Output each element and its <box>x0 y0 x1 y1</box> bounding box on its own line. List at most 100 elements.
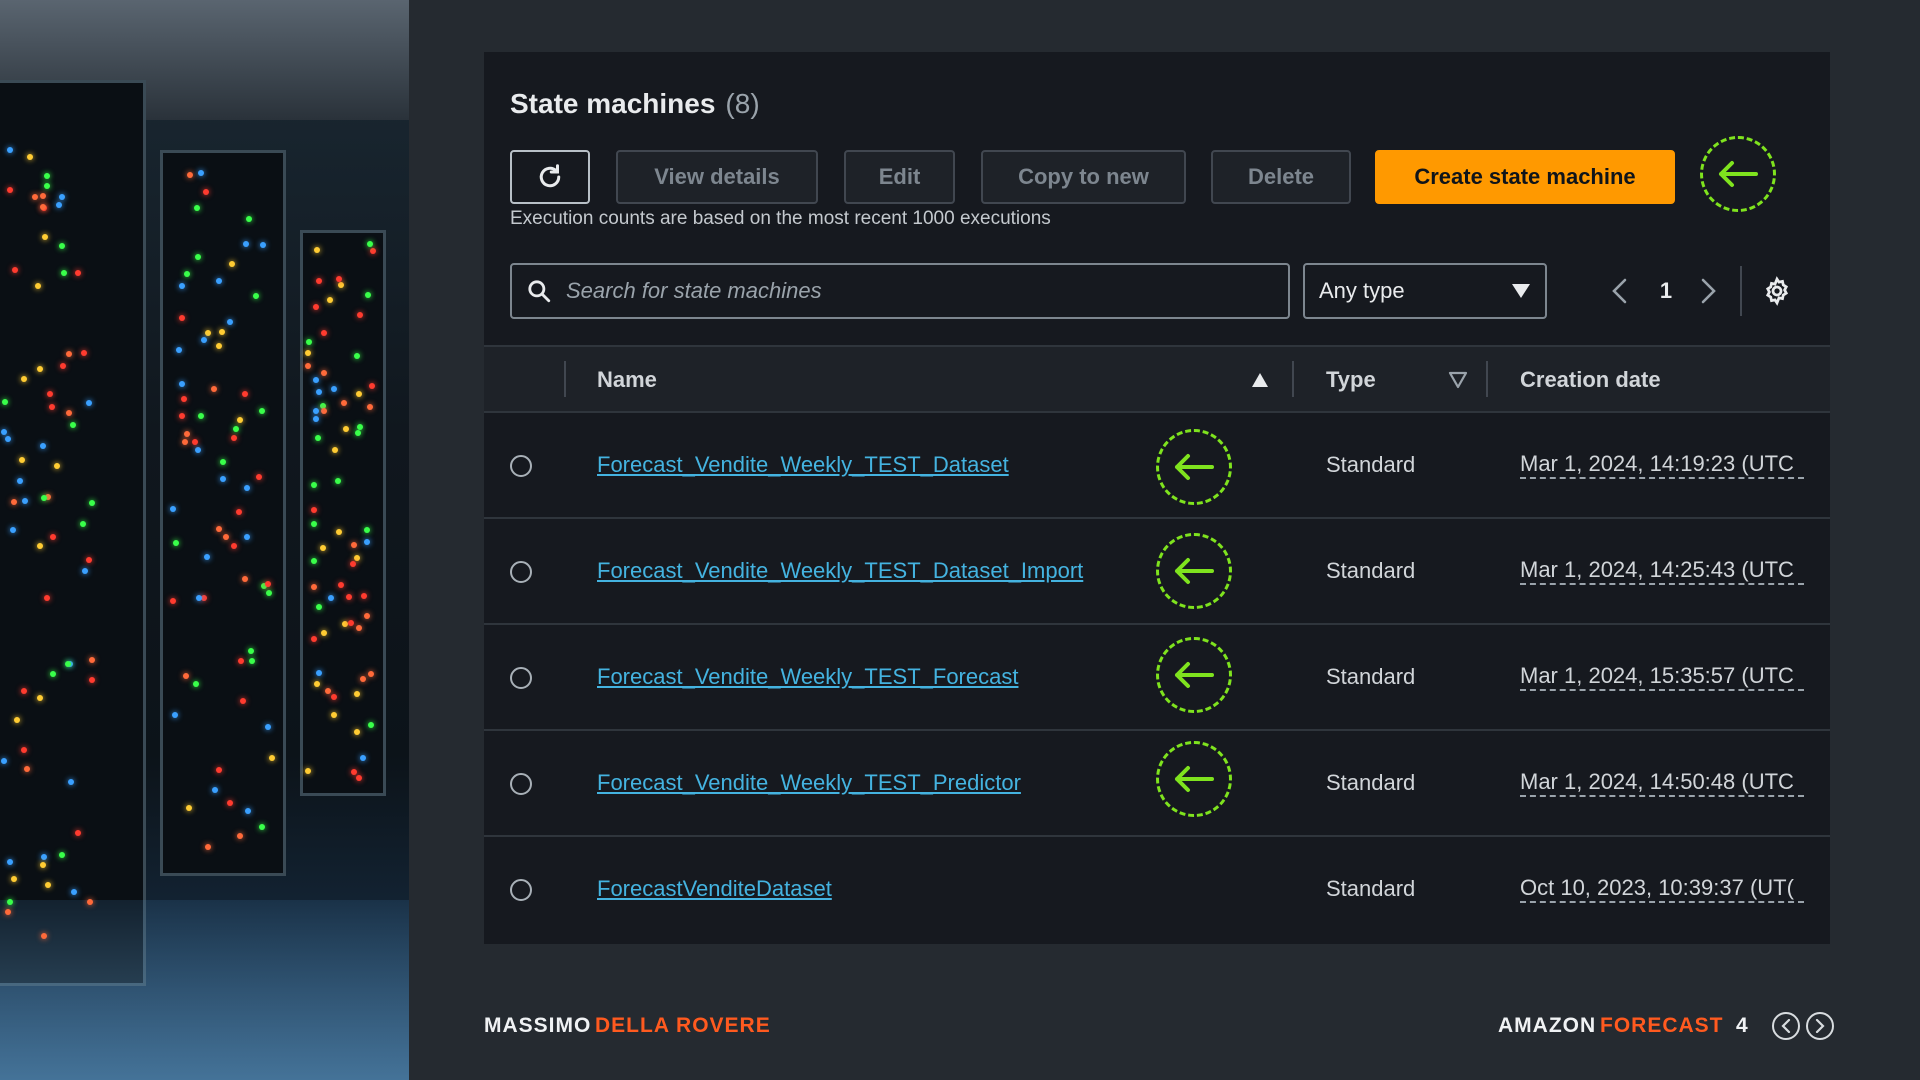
rack-led <box>184 430 191 437</box>
rack-led <box>369 247 376 254</box>
state-machine-link[interactable]: Forecast_Vendite_Weekly_TEST_Predictor <box>597 770 1021 796</box>
rack-led <box>356 390 363 397</box>
chevron-left-icon <box>1781 1019 1791 1033</box>
rack-led <box>313 246 320 253</box>
rack-led <box>320 329 327 336</box>
rack-led <box>178 315 185 322</box>
rack-led <box>364 526 371 533</box>
creation-date: Mar 1, 2024, 15:35:57 (UTC <box>1520 663 1804 691</box>
rack-led <box>41 932 48 939</box>
rack-led <box>7 898 14 905</box>
rack-led <box>310 520 317 527</box>
column-name-header[interactable]: Name <box>597 367 657 393</box>
server-rack <box>0 80 146 986</box>
create-state-machine-button[interactable]: Create state machine <box>1375 150 1675 204</box>
view-details-button[interactable]: View details <box>616 150 818 204</box>
sort-ascending-icon[interactable] <box>1250 371 1270 389</box>
row-select-radio[interactable] <box>510 455 532 477</box>
table-row[interactable]: Forecast_Vendite_Weekly_TEST_Dataset_Imp… <box>484 519 1830 625</box>
rack-led <box>39 443 46 450</box>
rack-led <box>2 398 9 405</box>
rack-led <box>185 804 192 811</box>
table-row[interactable]: Forecast_Vendite_Weekly_TEST_Dataset Sta… <box>484 413 1830 519</box>
column-divider <box>564 361 566 397</box>
rack-led <box>59 193 66 200</box>
table-row[interactable]: ForecastVenditeDataset Standard Oct 10, … <box>484 837 1830 943</box>
creation-date: Mar 1, 2024, 14:19:23 (UTC <box>1520 451 1804 479</box>
rack-led <box>244 484 251 491</box>
rack-led <box>306 338 313 345</box>
rack-led <box>178 282 185 289</box>
rack-led <box>320 630 327 637</box>
rack-led <box>237 832 244 839</box>
title-count: (8) <box>725 88 760 119</box>
rack-led <box>211 385 218 392</box>
rack-led <box>80 349 87 356</box>
rack-led <box>0 757 7 764</box>
rack-led <box>74 829 81 836</box>
rack-led <box>0 428 7 435</box>
rack-led <box>237 416 244 423</box>
state-machine-type: Standard <box>1326 558 1416 583</box>
type-filter-select[interactable]: Any type <box>1303 263 1547 319</box>
preferences-button[interactable] <box>1756 270 1798 312</box>
rack-led <box>200 594 207 601</box>
brand-amazon: AMAZON <box>1498 1014 1597 1037</box>
state-machine-type: Standard <box>1326 770 1416 795</box>
search-input[interactable] <box>564 277 1268 305</box>
rack-led <box>327 296 334 303</box>
table-row[interactable]: Forecast_Vendite_Weekly_TEST_Forecast St… <box>484 625 1830 731</box>
rack-led <box>353 691 360 698</box>
callout-arrow-icon <box>1156 637 1232 713</box>
server-rack <box>300 230 386 796</box>
table-row[interactable]: Forecast_Vendite_Weekly_TEST_Predictor S… <box>484 731 1830 837</box>
state-machine-link[interactable]: Forecast_Vendite_Weekly_TEST_Dataset <box>597 452 1009 478</box>
rack-led <box>228 260 235 267</box>
state-machine-link[interactable]: Forecast_Vendite_Weekly_TEST_Dataset_Imp… <box>597 558 1083 584</box>
rack-led <box>330 694 337 701</box>
rack-led <box>58 242 65 249</box>
next-page-button[interactable] <box>1694 270 1724 312</box>
rack-led <box>203 188 210 195</box>
state-machine-type: Standard <box>1326 452 1416 477</box>
chevron-right-icon <box>1815 1019 1825 1033</box>
state-machines-panel: State machines (8) View details Edit Copy… <box>484 52 1830 944</box>
rack-led <box>233 425 240 432</box>
delete-button[interactable]: Delete <box>1211 150 1351 204</box>
rack-led <box>20 375 27 382</box>
chevron-right-icon <box>1701 278 1716 304</box>
edit-button[interactable]: Edit <box>844 150 955 204</box>
previous-slide-button[interactable] <box>1772 1012 1800 1040</box>
rack-led <box>67 779 74 786</box>
row-select-radio[interactable] <box>510 879 532 901</box>
rack-led <box>363 613 370 620</box>
rack-led <box>366 240 373 247</box>
column-type-header[interactable]: Type <box>1326 367 1376 393</box>
server-rack <box>160 150 286 876</box>
current-page-number[interactable]: 1 <box>1650 270 1682 312</box>
row-select-radio[interactable] <box>510 561 532 583</box>
sort-icon[interactable] <box>1448 371 1468 389</box>
copy-to-new-button[interactable]: Copy to new <box>981 150 1186 204</box>
column-creation-date-header[interactable]: Creation date <box>1520 367 1661 393</box>
state-machine-link[interactable]: ForecastVenditeDataset <box>597 876 832 902</box>
rack-led <box>258 824 265 831</box>
refresh-button[interactable] <box>510 150 590 204</box>
callout-arrow-icon <box>1156 533 1232 609</box>
rack-led <box>219 475 226 482</box>
previous-page-button[interactable] <box>1604 270 1634 312</box>
rack-led <box>88 499 95 506</box>
rack-led <box>186 172 193 179</box>
rack-led <box>314 434 321 441</box>
next-slide-button[interactable] <box>1806 1012 1834 1040</box>
execution-count-note: Execution counts are based on the most r… <box>510 208 1051 229</box>
state-machine-link[interactable]: Forecast_Vendite_Weekly_TEST_Forecast <box>597 664 1018 690</box>
rack-led <box>13 716 20 723</box>
floor-reflection <box>0 900 409 1080</box>
row-select-radio[interactable] <box>510 667 532 689</box>
row-select-radio[interactable] <box>510 773 532 795</box>
rack-led <box>4 436 11 443</box>
callout-arrow-icon <box>1156 429 1232 505</box>
rack-led <box>81 568 88 575</box>
rack-led <box>354 554 361 561</box>
